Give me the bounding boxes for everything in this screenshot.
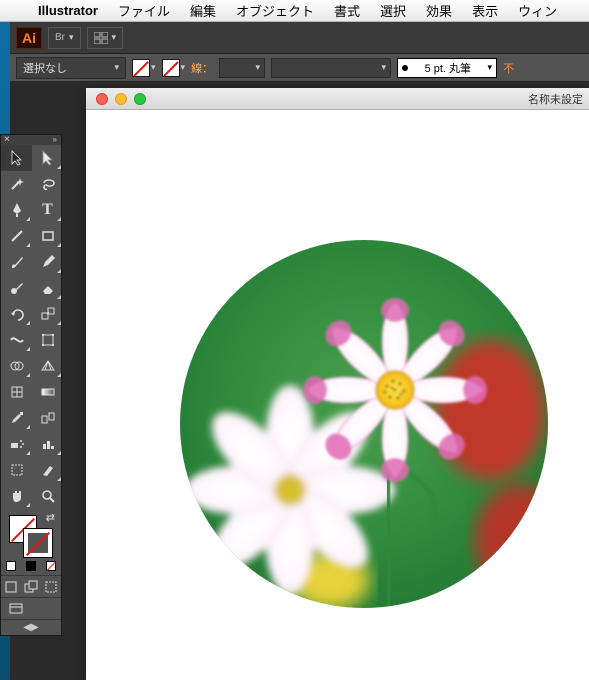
artboard-tool[interactable] (1, 457, 32, 483)
menu-file[interactable]: ファイル (108, 1, 180, 20)
draw-normal-button[interactable] (1, 576, 21, 597)
menu-edit[interactable]: 編集 (180, 1, 226, 20)
flyout-indicator-icon (26, 451, 30, 455)
selection-status-dropdown[interactable]: 選択なし ▾ (16, 57, 126, 79)
collapse-panel-button[interactable]: ◀▶ (1, 619, 61, 635)
none-swatch-icon (46, 561, 56, 571)
selection-tool[interactable] (1, 145, 32, 171)
bridge-label: Br (55, 32, 65, 43)
control-bar: 選択なし ▾ ▾ ▾ 線： ▾ ▾ 5 pt. 丸筆 ▾ 不 (10, 54, 589, 82)
document-window: 名称未設定 (86, 88, 589, 680)
paintbrush-tool[interactable] (1, 249, 32, 275)
document-title: 名称未設定 (528, 91, 583, 107)
fill-swatch-none-icon (132, 59, 150, 77)
stroke-indicator[interactable] (24, 529, 52, 557)
flyout-indicator-icon (57, 295, 61, 299)
chevron-down-icon: ▾ (256, 62, 261, 73)
chevron-down-icon: ▾ (114, 62, 119, 73)
selection-status-label: 選択なし (23, 60, 67, 76)
zoom-window-button[interactable] (134, 93, 146, 105)
artboard-canvas[interactable] (86, 110, 589, 680)
fill-stroke-control[interactable]: ⇄ (1, 509, 61, 557)
flyout-indicator-icon (57, 477, 61, 481)
app-menu[interactable]: Illustrator (28, 3, 108, 18)
menu-type[interactable]: 書式 (324, 1, 370, 20)
opacity-label[interactable]: 不 (503, 60, 514, 76)
grid-icon (94, 32, 108, 44)
gradient-mode-button[interactable] (21, 557, 41, 575)
window-titlebar[interactable]: 名称未設定 (86, 88, 589, 110)
flyout-indicator-icon (26, 425, 30, 429)
tools-panel-header[interactable]: × » (1, 135, 61, 145)
free-transform-tool[interactable] (32, 327, 63, 353)
flyout-indicator-icon (26, 243, 30, 247)
stroke-label[interactable]: 線： (191, 60, 213, 76)
menu-object[interactable]: オブジェクト (226, 1, 324, 20)
flyout-indicator-icon (57, 217, 61, 221)
mesh-tool[interactable] (1, 379, 32, 405)
flyout-indicator-icon (57, 269, 61, 273)
gradient-tool[interactable] (32, 379, 63, 405)
blend-tool[interactable] (32, 405, 63, 431)
chevron-down-icon: ▾ (382, 62, 387, 73)
chevron-down-icon: ▾ (112, 32, 117, 43)
zoom-tool[interactable] (32, 483, 63, 509)
swap-fill-stroke-icon[interactable]: ⇄ (46, 511, 55, 524)
screen-mode-button[interactable] (1, 598, 31, 619)
bridge-button[interactable]: Br ▾ (48, 27, 81, 49)
menu-select[interactable]: 選択 (370, 1, 416, 20)
menu-effect[interactable]: 効果 (416, 1, 462, 20)
illustrator-logo-icon: Ai (16, 27, 42, 49)
fill-swatch-dropdown[interactable]: ▾ (132, 59, 156, 77)
flyout-indicator-icon (57, 243, 61, 247)
lasso-tool[interactable] (32, 171, 63, 197)
blob-brush-tool[interactable] (1, 275, 32, 301)
macos-menubar: Illustrator ファイル 編集 オブジェクト 書式 選択 効果 表示 ウ… (0, 0, 589, 22)
flyout-indicator-icon (57, 321, 61, 325)
flower-photo-icon (180, 240, 548, 608)
white-swatch-icon (6, 561, 16, 571)
magic-wand-tool[interactable] (1, 171, 32, 197)
flyout-indicator-icon (26, 503, 30, 507)
brush-label: 5 pt. 丸筆 (425, 60, 471, 76)
chevron-down-icon: ▾ (488, 62, 493, 73)
stroke-weight-field[interactable]: ▾ (219, 58, 265, 78)
flyout-indicator-icon (26, 321, 30, 325)
black-swatch-icon (26, 561, 36, 571)
flyout-indicator-icon (57, 165, 61, 169)
flyout-indicator-icon (57, 451, 61, 455)
brush-dot-icon (402, 65, 408, 71)
tools-panel[interactable]: × » T ⇄ (0, 134, 62, 636)
color-mode-button[interactable] (1, 557, 21, 575)
draw-behind-button[interactable] (21, 576, 41, 597)
chevron-down-icon: ▾ (69, 32, 74, 43)
none-mode-button[interactable] (41, 557, 61, 575)
app-bar: Ai Br ▾ ▾ (10, 22, 589, 54)
flyout-indicator-icon (26, 373, 30, 377)
clipped-image-circle[interactable] (180, 240, 548, 608)
menu-view[interactable]: 表示 (462, 1, 508, 20)
draw-inside-button[interactable] (41, 576, 61, 597)
chevron-right-icon[interactable]: » (53, 135, 57, 144)
stroke-swatch-none-icon (162, 59, 180, 77)
chevron-down-icon: ▾ (151, 62, 156, 73)
variable-width-profile-dropdown[interactable]: ▾ (271, 58, 391, 78)
flyout-indicator-icon (26, 217, 30, 221)
chevron-down-icon: ▾ (181, 62, 186, 73)
brush-definition-dropdown[interactable]: 5 pt. 丸筆 ▾ (397, 58, 497, 78)
close-window-button[interactable] (96, 93, 108, 105)
flyout-indicator-icon (26, 347, 30, 351)
stroke-swatch-dropdown[interactable]: ▾ (162, 59, 186, 77)
flyout-indicator-icon (57, 373, 61, 377)
menu-window[interactable]: ウィン (508, 1, 567, 20)
traffic-lights (86, 93, 146, 105)
minimize-window-button[interactable] (115, 93, 127, 105)
arrange-documents-button[interactable]: ▾ (87, 27, 124, 49)
close-icon[interactable]: × (4, 134, 10, 145)
